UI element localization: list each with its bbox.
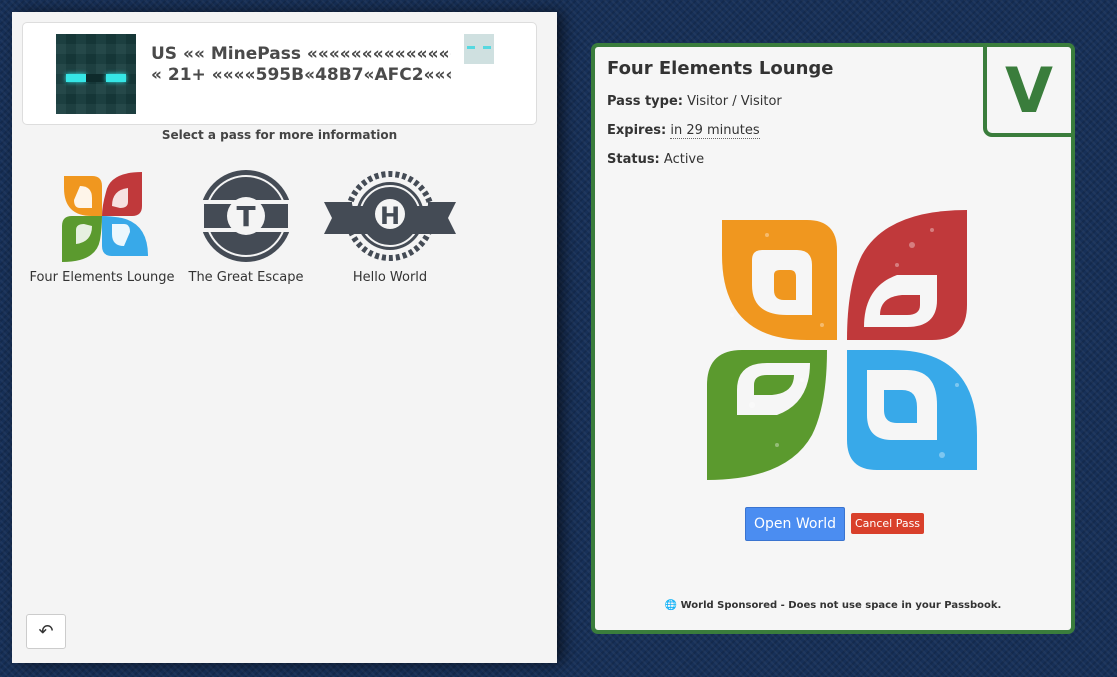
cancel-pass-button[interactable]: Cancel Pass xyxy=(851,513,924,534)
mini-avatar xyxy=(464,34,494,64)
pass-item-four-elements-lounge[interactable]: Four Elements Lounge xyxy=(27,166,177,285)
pass-item-the-great-escape[interactable]: T The Great Escape xyxy=(171,166,321,285)
pass-label: The Great Escape xyxy=(188,270,304,285)
status-label: Status: xyxy=(607,152,660,167)
expires-row: Expires: in 29 minutes xyxy=(607,123,760,139)
passport-name-line2: « 21+ ««««595B«48B7«AFC2«««« xyxy=(151,65,451,85)
visitor-badge: V xyxy=(983,43,1075,137)
great-escape-badge-icon: T xyxy=(196,166,296,266)
pass-list-panel: US «« MinePass ««««««««««««««« « 21+ «««… xyxy=(12,12,557,663)
passport-name-line1: US «« MinePass ««««««««««««««« xyxy=(151,44,451,64)
hello-world-badge-icon: H xyxy=(324,166,456,266)
player-avatar xyxy=(56,34,136,114)
pass-detail-card: V Four Elements Lounge Pass type: Visito… xyxy=(591,43,1075,634)
globe-icon: 🌐 xyxy=(664,600,678,611)
select-hint: Select a pass for more information xyxy=(161,128,398,142)
four-elements-large-logo-icon xyxy=(692,205,982,480)
pass-label: Hello World xyxy=(352,270,428,285)
status-value: Active xyxy=(663,152,705,167)
pass-type-row: Pass type: Visitor / Visitor xyxy=(607,94,782,109)
open-world-button[interactable]: Open World xyxy=(745,507,845,541)
pass-label: Four Elements Lounge xyxy=(29,270,175,285)
svg-text:T: T xyxy=(236,200,255,233)
status-row: Status: Active xyxy=(607,152,704,167)
undo-arrow-icon: ↶ xyxy=(38,621,54,642)
sponsorship-text: World Sponsored - Does not use space in … xyxy=(680,600,1002,611)
pass-type-value: Visitor / Visitor xyxy=(687,94,782,109)
expires-value: in 29 minutes xyxy=(670,123,760,139)
avatar-eye-left xyxy=(66,74,86,82)
four-elements-logo-icon xyxy=(52,166,152,266)
avatar-eye-right xyxy=(106,74,126,82)
pass-title: Four Elements Lounge xyxy=(607,58,834,79)
pass-type-label: Pass type: xyxy=(607,94,683,109)
back-button[interactable]: ↶ xyxy=(26,614,66,649)
passport-card: US «« MinePass ««««««««««««««« « 21+ «««… xyxy=(22,22,537,125)
svg-text:H: H xyxy=(380,202,400,230)
expires-label: Expires: xyxy=(607,123,667,138)
sponsorship-note: 🌐 World Sponsored - Does not use space i… xyxy=(595,600,1071,611)
pass-item-hello-world[interactable]: H Hello World xyxy=(315,166,465,285)
